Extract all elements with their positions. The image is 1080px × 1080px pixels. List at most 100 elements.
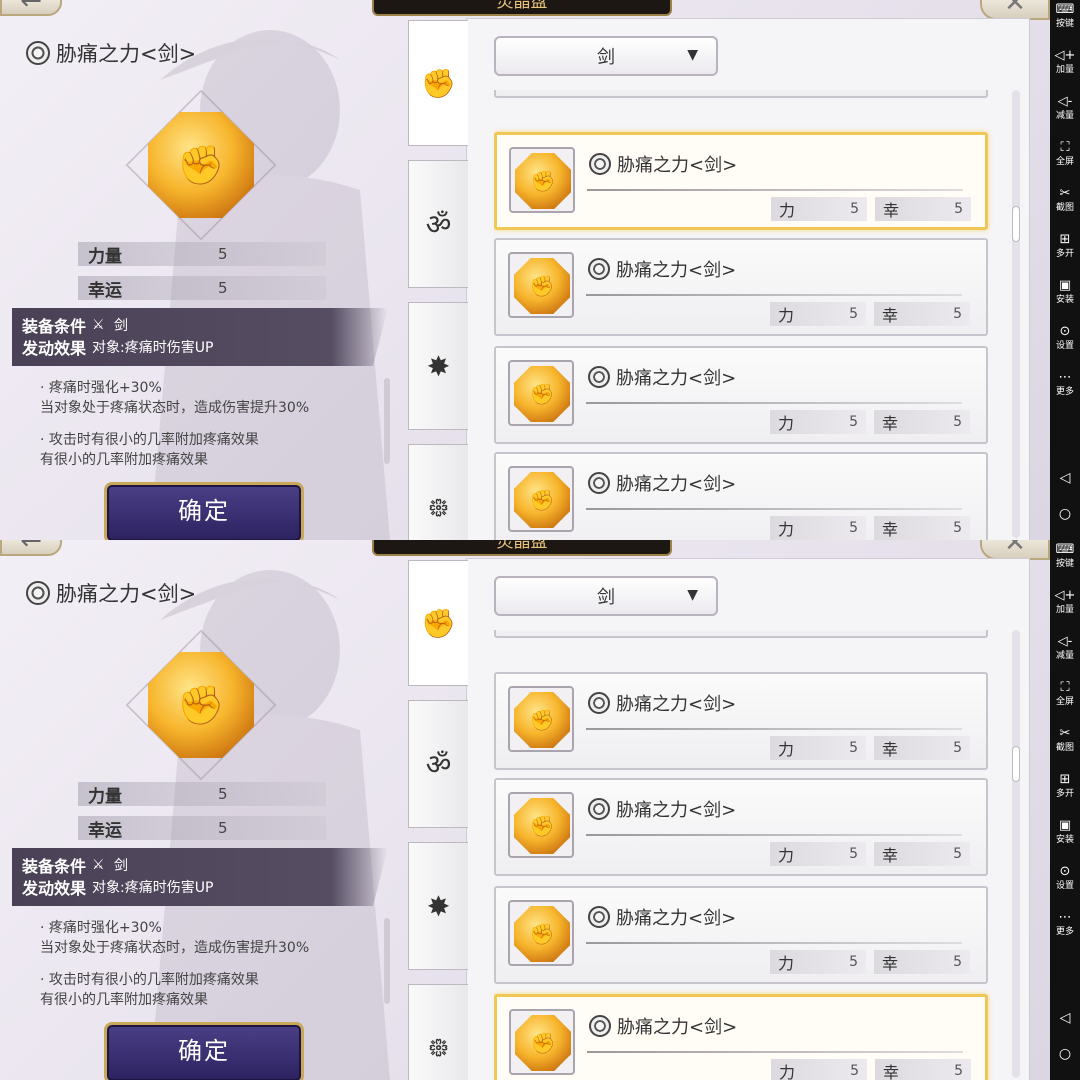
card-title: 胁痛之力<剑> [588,256,736,282]
back-button[interactable]: ← [0,0,62,16]
stat-value: 5 [953,306,962,322]
sidebar-item-volume-down[interactable]: ◁- 减量 [1050,94,1080,122]
back-button[interactable]: ← [0,540,62,556]
stat-label: 幸 [882,846,899,865]
close-button[interactable]: ✕ [980,540,1050,560]
gem-card[interactable]: 胁痛之力<剑> 力 5 幸 5 [494,452,988,540]
window-title: 灵晶盘 [372,0,672,16]
close-button[interactable]: ✕ [980,0,1050,20]
tab-spiral[interactable]: ᪥ [408,984,468,1080]
card-name: 胁痛之力<剑> [616,694,737,715]
stat-label: 力 [778,414,795,433]
sidebar-item-keyboard[interactable]: ⌨ 按键 [1050,542,1080,570]
scroll-thumb[interactable] [1012,206,1020,242]
multi-open-icon: ⊞ [1059,232,1071,247]
description-scrollbar[interactable] [384,918,390,1004]
gem-icon [514,692,570,748]
list-scrollbar[interactable] [1012,90,1020,538]
gem-icon [514,258,570,314]
ring-badge-icon [26,581,50,605]
sidebar-item-more[interactable]: ⋯ 更多 [1050,370,1080,398]
category-tabs: ✊ ॐ ✸ ᪥ [408,20,468,540]
sidebar-item-apk[interactable]: ▣ 安装 [1050,278,1080,306]
detail-gem [125,629,277,781]
dropdown-value: 剑 [597,587,615,608]
weapon-filter-dropdown[interactable]: 剑 ▼ [494,576,718,616]
card-name: 胁痛之力<剑> [616,474,737,495]
tab-spiral[interactable]: ᪥ [408,444,468,540]
gem-card[interactable]: 胁痛之力<剑> 力 5 幸 5 [494,238,988,336]
window-title: 灵晶盘 [372,540,672,556]
tab-star-burst[interactable]: ✸ [408,842,468,970]
description-scrollbar[interactable] [384,378,390,464]
chevron-down-icon: ▼ [687,587,698,603]
sidebar-item-fullscreen[interactable]: ⛶ 全屏 [1050,680,1080,708]
sidebar-label: 多开 [1055,249,1074,259]
effect-description-1: · 疼痛时强化+30% 当对象处于疼痛状态时，造成伤害提升30% [40,918,309,958]
sidebar-item-settings[interactable]: ⊙ 设置 [1050,324,1080,352]
sidebar-item-settings[interactable]: ⊙ 设置 [1050,864,1080,892]
sidebar-label: 加量 [1055,605,1074,615]
home-circle-icon[interactable]: ○ [1050,506,1080,522]
confirm-button[interactable]: 确定 [104,1022,304,1080]
sidebar-item-volume-up[interactable]: ◁+ 加量 [1050,48,1080,76]
gem-card[interactable]: 胁痛之力<剑> 力 5 幸 5 [494,132,988,230]
stat-value: 5 [849,846,858,862]
list-scrollbar[interactable] [1012,630,1020,1078]
sidebar-label: 按键 [1055,559,1074,569]
stat-value: 5 [218,819,228,837]
settings-icon: ⊙ [1059,324,1071,339]
sidebar-item-multi-open[interactable]: ⊞ 多开 [1050,772,1080,800]
spiral-icon: ᪥ [428,1029,449,1063]
sidebar-item-volume-up[interactable]: ◁+ 加量 [1050,588,1080,616]
card-stat-luck: 幸 5 [874,950,970,974]
card-name: 胁痛之力<剑> [616,260,737,281]
sidebar-item-fullscreen[interactable]: ⛶ 全屏 [1050,140,1080,168]
sidebar-label: 加量 [1055,65,1074,75]
gem-card[interactable]: 胁痛之力<剑> 力 5 幸 5 [494,346,988,444]
divider [587,189,963,191]
sidebar-label: 更多 [1055,927,1074,937]
equip-condition-value: 剑 [114,858,129,874]
back-triangle-icon[interactable]: ◁ [1050,470,1080,486]
tab-fist[interactable]: ✊ [408,560,468,686]
stat-label: 幸运 [88,280,122,301]
sidebar-item-apk[interactable]: ▣ 安装 [1050,818,1080,846]
gem-card[interactable]: 胁痛之力<剑> 力 5 幸 5 [494,886,988,984]
tab-star-burst[interactable]: ✸ [408,302,468,430]
effect-2-body: 有很小的几率附加疼痛效果 [40,452,208,468]
back-triangle-icon[interactable]: ◁ [1050,1010,1080,1026]
gem-card[interactable]: 胁痛之力<剑> 力 5 幸 5 [494,672,988,770]
sidebar-item-scissors[interactable]: ✂ 截图 [1050,726,1080,754]
swirl-star-icon: ॐ [425,748,452,781]
sidebar-item-multi-open[interactable]: ⊞ 多开 [1050,232,1080,260]
sidebar-item-keyboard[interactable]: ⌨ 按键 [1050,2,1080,30]
tab-fist[interactable]: ✊ [408,20,468,146]
sword-icon [92,317,108,333]
gem-card[interactable]: 胁痛之力<剑> 力 5 幸 5 [494,994,988,1080]
card-title: 胁痛之力<剑> [588,796,736,822]
sidebar-item-scissors[interactable]: ✂ 截图 [1050,186,1080,214]
stat-value: 5 [849,520,858,536]
sidebar-label: 安装 [1055,295,1074,305]
scroll-thumb[interactable] [1012,746,1020,782]
equip-condition: 装备条件 剑 [22,854,378,876]
sidebar-item-volume-down[interactable]: ◁- 减量 [1050,634,1080,662]
effect-description-2: · 攻击时有很小的几率附加疼痛效果 有很小的几率附加疼痛效果 [40,430,259,470]
gem-card[interactable]: 胁痛之力<剑> 力 5 幸 5 [494,778,988,876]
card-stat-power: 力 5 [771,197,867,221]
sidebar-label: 减量 [1055,111,1074,121]
gem-card[interactable]: 胁痛之力<剑> 力 5 幸 5 [494,630,988,638]
trigger-effect-value: 对象:疼痛时伤害UP [92,880,214,896]
fist-icon [530,488,555,512]
sidebar-item-more[interactable]: ⋯ 更多 [1050,910,1080,938]
weapon-filter-dropdown[interactable]: 剑 ▼ [494,36,718,76]
card-stat-luck: 幸 5 [874,842,970,866]
swirl-star-icon: ॐ [425,208,452,241]
tab-swirl-star[interactable]: ॐ [408,700,468,828]
confirm-button[interactable]: 确定 [104,482,304,540]
tab-swirl-star[interactable]: ॐ [408,160,468,288]
gem-card[interactable]: 胁痛之力<剑> 力 5 幸 5 [494,90,988,98]
home-circle-icon[interactable]: ○ [1050,1046,1080,1062]
card-title: 胁痛之力<剑> [588,904,736,930]
